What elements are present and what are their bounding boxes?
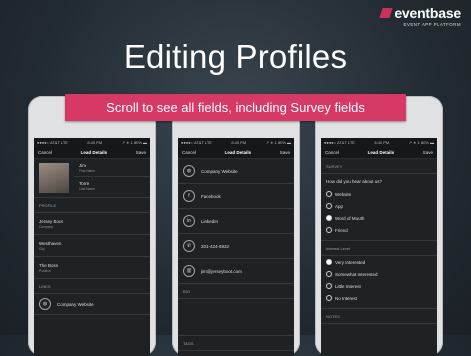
clock: 8:40 PM bbox=[87, 139, 103, 145]
radio-option[interactable]: Word of Mouth bbox=[321, 212, 437, 224]
cancel-button[interactable]: Cancel bbox=[182, 150, 196, 155]
carrier: ●●●●○ AT&T LTE bbox=[37, 139, 68, 145]
radio-icon bbox=[326, 227, 332, 233]
radio-option[interactable]: Very Interested bbox=[321, 256, 437, 268]
radio-option[interactable]: Friend bbox=[321, 224, 437, 236]
radio-icon bbox=[326, 271, 332, 277]
radio-label: Friend bbox=[335, 227, 348, 233]
facebook-row[interactable]: f Facebook bbox=[178, 184, 294, 209]
section-notes: NOTES bbox=[321, 308, 437, 324]
radio-icon bbox=[326, 191, 332, 197]
globe-icon: ◍ bbox=[183, 165, 195, 177]
city-field[interactable]: Westhaven City bbox=[34, 235, 150, 257]
radio-label: Very Interested bbox=[335, 259, 366, 265]
logo-tagline: EVENT APP PLATFORM bbox=[403, 22, 461, 27]
radio-option[interactable]: No Interest bbox=[321, 292, 437, 304]
nav-bar: Cancel Lead Details Save bbox=[178, 146, 294, 159]
radio-icon bbox=[326, 283, 332, 289]
section-tags: TAGS bbox=[178, 336, 294, 351]
instruction-banner: Scroll to see all fields, including Surv… bbox=[65, 94, 406, 121]
nav-title: Lead Details bbox=[224, 149, 252, 155]
survey-options-interest: Very Interested Somewhat Interested Little… bbox=[321, 256, 437, 304]
section-profile: PROFILE bbox=[34, 198, 150, 213]
nav-title: Lead Details bbox=[367, 149, 395, 155]
section-links: LINKS bbox=[34, 279, 150, 294]
radio-icon bbox=[326, 215, 332, 221]
email-row[interactable]: @ jim@jerseyboot.com bbox=[178, 259, 294, 284]
radio-icon bbox=[326, 203, 332, 209]
eventbase-mark-icon bbox=[379, 8, 393, 18]
at-icon: @ bbox=[183, 265, 195, 277]
phone-screen: ●●●●○ AT&T LTE 8:40 PM ↗ ∗ 1 80% ▬ Cance… bbox=[34, 138, 150, 356]
company-field[interactable]: Jersey Boot Company bbox=[34, 213, 150, 235]
eventbase-logo: eventbase EVENT APP PLATFORM bbox=[351, 5, 461, 33]
logo-name: eventbase bbox=[394, 5, 461, 21]
radio-label: Word of Mouth bbox=[335, 215, 365, 221]
linkedin-row[interactable]: in LinkedIn bbox=[178, 209, 294, 234]
survey-question: How did you hear about us? bbox=[326, 178, 383, 184]
radio-label: App bbox=[335, 203, 344, 209]
radio-icon bbox=[326, 295, 332, 301]
nav-bar: Cancel Lead Details Save bbox=[321, 146, 437, 159]
save-button[interactable]: Save bbox=[423, 150, 433, 155]
globe-icon: ◍ bbox=[39, 298, 51, 310]
company-website-row[interactable]: ◍ Company Website bbox=[34, 294, 150, 315]
radio-option[interactable]: App bbox=[321, 200, 437, 212]
radio-icon bbox=[326, 259, 332, 265]
save-button[interactable]: Save bbox=[136, 150, 146, 155]
radio-option[interactable]: Little Interest bbox=[321, 280, 437, 292]
phone-screen: ●●●●○ AT&T LTE 8:40 PM ↗ ∗ 1 80% ▬ Cancel … bbox=[178, 138, 294, 356]
position-field[interactable]: The Boss Position bbox=[34, 257, 150, 279]
phone-mockup-survey: ●●●●○ AT&T LTE 8:40 PM ↗ ∗ 1 80% ▬ Cancel … bbox=[315, 96, 443, 356]
name-block: Jim First Name Torre Last Name bbox=[34, 159, 150, 198]
slide-title: Editing Profiles bbox=[123, 38, 348, 75]
radio-option[interactable]: Website bbox=[321, 188, 437, 200]
cancel-button[interactable]: Cancel bbox=[325, 150, 339, 155]
section-interest: Interest Level bbox=[321, 240, 437, 256]
status-bar: ●●●●○ AT&T LTE 8:40 PM ↗ ∗ 1 80% ▬ bbox=[178, 138, 294, 146]
radio-option[interactable]: Somewhat Interested bbox=[321, 268, 437, 280]
company-website-row[interactable]: ◍ Company Website bbox=[178, 159, 294, 184]
facebook-icon: f bbox=[183, 190, 195, 202]
radio-label: Somewhat Interested bbox=[335, 271, 378, 277]
linkedin-icon: in bbox=[183, 215, 195, 227]
nav-title: Lead Details bbox=[80, 149, 108, 155]
bio-field[interactable] bbox=[178, 299, 294, 336]
cancel-button[interactable]: Cancel bbox=[38, 150, 52, 155]
battery: ↗ ∗ 1 80% ▬ bbox=[121, 139, 147, 145]
nav-bar: Cancel Lead Details Save bbox=[34, 146, 150, 159]
phone-mockup-links: ●●●●○ AT&T LTE 8:40 PM ↗ ∗ 1 80% ▬ Cancel … bbox=[172, 96, 300, 356]
phone-row[interactable]: ✆ 201-424-6932 bbox=[178, 234, 294, 259]
last-name-field[interactable]: Torre Last Name bbox=[74, 177, 150, 194]
radio-label: Little Interest bbox=[335, 283, 361, 289]
profile-photo[interactable] bbox=[39, 163, 69, 193]
section-survey: SURVEY bbox=[321, 159, 437, 174]
save-button[interactable]: Save bbox=[280, 150, 290, 155]
status-bar: ●●●●○ AT&T LTE 8:40 PM ↗ ∗ 1 80% ▬ bbox=[321, 138, 437, 146]
status-bar: ●●●●○ AT&T LTE 8:40 PM ↗ ∗ 1 80% ▬ bbox=[34, 138, 150, 146]
phone-icon: ✆ bbox=[183, 240, 195, 252]
section-bio: BIO bbox=[178, 284, 294, 299]
survey-options-hear: Website App Word of Mouth Friend bbox=[321, 188, 437, 236]
first-name-field[interactable]: Jim First Name bbox=[74, 159, 150, 177]
phone-mockup-profile: ●●●●○ AT&T LTE 8:40 PM ↗ ∗ 1 80% ▬ Cance… bbox=[28, 96, 156, 356]
radio-label: No Interest bbox=[335, 295, 358, 301]
phone-screen: ●●●●○ AT&T LTE 8:40 PM ↗ ∗ 1 80% ▬ Cancel … bbox=[321, 138, 437, 356]
radio-label: Website bbox=[335, 191, 352, 197]
